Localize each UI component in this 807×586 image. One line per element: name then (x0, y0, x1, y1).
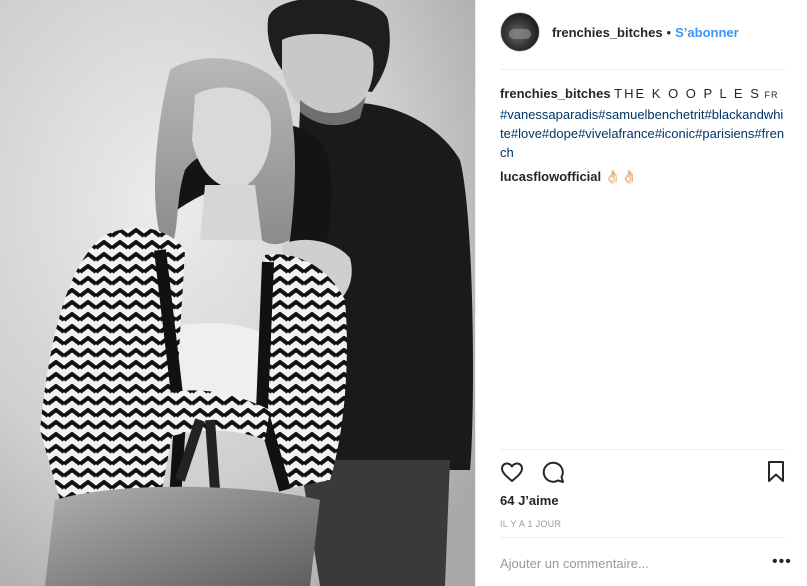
comment-username[interactable]: lucasflowofficial (500, 169, 601, 184)
caption: frenchies_bitches THE K O O P L E S FR #… (500, 84, 785, 162)
hashtag[interactable]: #love (511, 126, 542, 141)
comment-box-divider (500, 537, 785, 538)
hashtag[interactable]: #vanessaparadis (500, 107, 598, 122)
post-photo[interactable] (0, 0, 475, 586)
hashtag[interactable]: #iconic (655, 126, 695, 141)
caption-brand-suffix: FR (764, 90, 779, 100)
avatar[interactable] (500, 12, 540, 52)
post-side-panel: frenchies_bitches • S’abonner frenchies_… (475, 0, 807, 586)
post-timestamp[interactable]: IL Y A 1 JOUR (500, 519, 561, 529)
post-header: frenchies_bitches • S’abonner (500, 11, 739, 53)
heart-icon[interactable] (500, 460, 524, 489)
hashtag[interactable]: #parisiens (695, 126, 754, 141)
caption-brand: THE K O O P L E S (614, 86, 761, 101)
header-divider (500, 69, 785, 70)
photo-illustration (0, 0, 475, 586)
follow-button[interactable]: S’abonner (675, 25, 739, 40)
hashtag[interactable]: #dope (542, 126, 578, 141)
actions-divider (500, 449, 785, 450)
add-comment-input[interactable]: Ajouter un commentaire... (500, 556, 760, 571)
comment-text: 👌🏻👌🏻 (604, 169, 638, 184)
hashtag-list: #vanessaparadis#samuelbenchetrit#blackan… (500, 107, 784, 160)
comment-icon[interactable] (541, 460, 565, 489)
comment-item: lucasflowofficial 👌🏻👌🏻 (500, 167, 785, 186)
hashtag[interactable]: #samuelbenchetrit (598, 107, 704, 122)
likes-count[interactable]: 64 J’aime (500, 493, 559, 508)
caption-username[interactable]: frenchies_bitches (500, 86, 611, 101)
hashtag[interactable]: #vivelafrance (578, 126, 655, 141)
more-options-icon[interactable]: ••• (772, 554, 792, 570)
username[interactable]: frenchies_bitches (552, 25, 663, 40)
bookmark-icon[interactable] (766, 460, 786, 489)
action-bar (500, 460, 785, 486)
separator-dot: • (666, 24, 672, 40)
comments-list: frenchies_bitches THE K O O P L E S FR #… (500, 84, 785, 186)
